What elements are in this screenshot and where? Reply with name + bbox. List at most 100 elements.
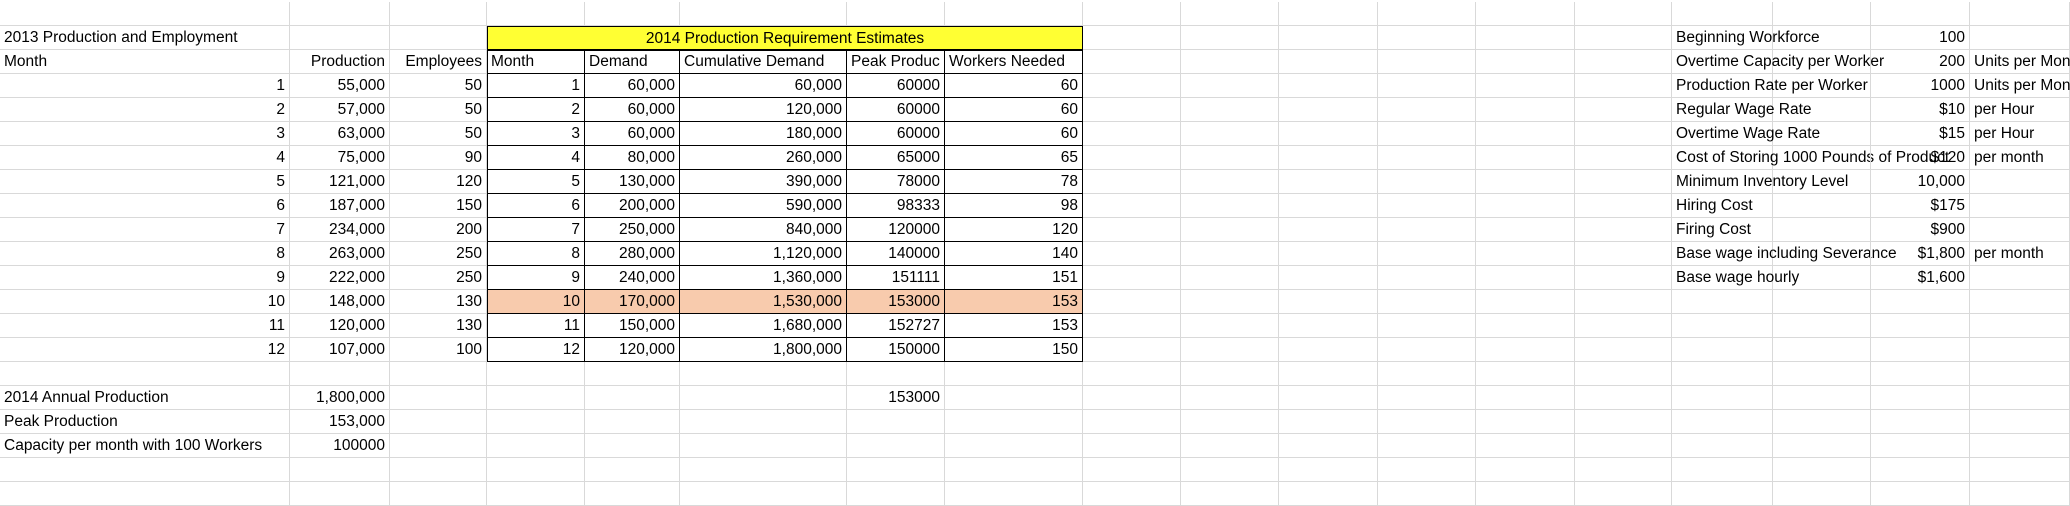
production-cell[interactable]: 263,000: [290, 242, 390, 266]
grid-cell[interactable]: [1378, 458, 1476, 482]
month-cell[interactable]: 10: [487, 290, 585, 314]
month-cell[interactable]: 12: [487, 338, 585, 362]
production-cell[interactable]: 63,000: [290, 122, 390, 146]
grid-cell[interactable]: [1672, 362, 1773, 386]
demand-cell[interactable]: 200,000: [585, 194, 680, 218]
cumulative-demand-cell[interactable]: 180,000: [680, 122, 847, 146]
grid-cell[interactable]: [1575, 50, 1672, 74]
grid-cell[interactable]: [1672, 314, 1773, 338]
grid-cell[interactable]: [1181, 314, 1279, 338]
grid-cell[interactable]: [1181, 122, 1279, 146]
grid-cell[interactable]: [1672, 290, 1773, 314]
month-cell[interactable]: 1: [487, 74, 585, 98]
grid-cell[interactable]: [1083, 218, 1181, 242]
grid-cell[interactable]: [1378, 26, 1476, 50]
grid-cell[interactable]: [390, 410, 487, 434]
grid-cell[interactable]: [680, 386, 847, 410]
grid-cell[interactable]: [1476, 2, 1575, 26]
column-header-month[interactable]: Month: [0, 50, 290, 74]
grid-cell[interactable]: [1378, 218, 1476, 242]
grid-cell[interactable]: [1083, 290, 1181, 314]
grid-cell[interactable]: [1575, 242, 1672, 266]
grid-cell[interactable]: [1871, 482, 1970, 506]
cumulative-demand-cell[interactable]: 590,000: [680, 194, 847, 218]
grid-cell[interactable]: [945, 362, 1083, 386]
peak-production-cell[interactable]: 98333: [847, 194, 945, 218]
column-header-cumulative-demand[interactable]: Cumulative Demand: [680, 50, 847, 74]
production-cell[interactable]: 55,000: [290, 74, 390, 98]
month-cell[interactable]: 7: [0, 218, 290, 242]
grid-cell[interactable]: [1083, 242, 1181, 266]
grid-cell[interactable]: [1672, 458, 1773, 482]
grid-cell[interactable]: [1476, 386, 1575, 410]
parameter-unit[interactable]: Units per Month: [1970, 50, 2070, 74]
grid-cell[interactable]: [1773, 170, 1871, 194]
grid-cell[interactable]: [847, 410, 945, 434]
grid-cell[interactable]: [945, 482, 1083, 506]
parameter-label[interactable]: Overtime Capacity per Worker: [1672, 50, 1884, 74]
demand-cell[interactable]: 130,000: [585, 170, 680, 194]
grid-cell[interactable]: [1575, 2, 1672, 26]
parameter-unit[interactable]: [1970, 266, 2070, 290]
column-header-month[interactable]: Month: [487, 50, 585, 74]
workers-needed-cell[interactable]: 150: [945, 338, 1083, 362]
production-cell[interactable]: 121,000: [290, 170, 390, 194]
grid-cell[interactable]: [1476, 218, 1575, 242]
grid-cell[interactable]: [1970, 362, 2070, 386]
month-cell[interactable]: 6: [487, 194, 585, 218]
grid-cell[interactable]: [1181, 170, 1279, 194]
month-cell[interactable]: 9: [0, 266, 290, 290]
grid-cell[interactable]: [1279, 242, 1378, 266]
parameter-label[interactable]: Cost of Storing 1000 Pounds of Product: [1672, 146, 1949, 170]
month-cell[interactable]: 12: [0, 338, 290, 362]
grid-cell[interactable]: [390, 434, 487, 458]
parameter-unit[interactable]: per month: [1970, 242, 2070, 266]
demand-cell[interactable]: 150,000: [585, 314, 680, 338]
grid-cell[interactable]: [847, 434, 945, 458]
grid-cell[interactable]: [487, 458, 585, 482]
grid-cell[interactable]: [1773, 338, 1871, 362]
grid-cell[interactable]: [1476, 98, 1575, 122]
cumulative-demand-cell[interactable]: 840,000: [680, 218, 847, 242]
workers-needed-cell[interactable]: 151: [945, 266, 1083, 290]
employees-cell[interactable]: 150: [390, 194, 487, 218]
grid-cell[interactable]: [945, 434, 1083, 458]
grid-cell[interactable]: [1378, 50, 1476, 74]
grid-cell[interactable]: [487, 386, 585, 410]
grid-cell[interactable]: [1575, 290, 1672, 314]
month-cell[interactable]: 8: [0, 242, 290, 266]
cumulative-demand-cell[interactable]: 1,360,000: [680, 266, 847, 290]
peak-production-cell[interactable]: 153000: [847, 290, 945, 314]
grid-cell[interactable]: [390, 386, 487, 410]
grid-cell[interactable]: [1871, 386, 1970, 410]
peak-production-cell[interactable]: 60000: [847, 98, 945, 122]
cumulative-demand-cell[interactable]: 1,800,000: [680, 338, 847, 362]
grid-cell[interactable]: [1378, 314, 1476, 338]
month-cell[interactable]: 2: [487, 98, 585, 122]
grid-cell[interactable]: [1083, 410, 1181, 434]
grid-cell[interactable]: [1181, 338, 1279, 362]
production-cell[interactable]: 75,000: [290, 146, 390, 170]
month-cell[interactable]: 10: [0, 290, 290, 314]
parameter-unit[interactable]: per Hour: [1970, 122, 2070, 146]
grid-cell[interactable]: [487, 2, 585, 26]
grid-cell[interactable]: [1970, 410, 2070, 434]
grid-cell[interactable]: [1083, 170, 1181, 194]
grid-cell[interactable]: [1378, 122, 1476, 146]
grid-cell[interactable]: [1181, 50, 1279, 74]
production-cell[interactable]: 57,000: [290, 98, 390, 122]
grid-cell[interactable]: [1773, 386, 1871, 410]
grid-cell[interactable]: [1083, 482, 1181, 506]
peak-production-cell[interactable]: 140000: [847, 242, 945, 266]
production-cell[interactable]: 107,000: [290, 338, 390, 362]
grid-cell[interactable]: [1575, 266, 1672, 290]
grid-cell[interactable]: [1575, 74, 1672, 98]
employees-cell[interactable]: 250: [390, 266, 487, 290]
grid-cell[interactable]: [1970, 386, 2070, 410]
grid-cell[interactable]: [1083, 50, 1181, 74]
grid-cell[interactable]: [1181, 290, 1279, 314]
grid-cell[interactable]: [1083, 74, 1181, 98]
grid-cell[interactable]: [1083, 434, 1181, 458]
month-cell[interactable]: 6: [0, 194, 290, 218]
grid-cell[interactable]: [1773, 482, 1871, 506]
